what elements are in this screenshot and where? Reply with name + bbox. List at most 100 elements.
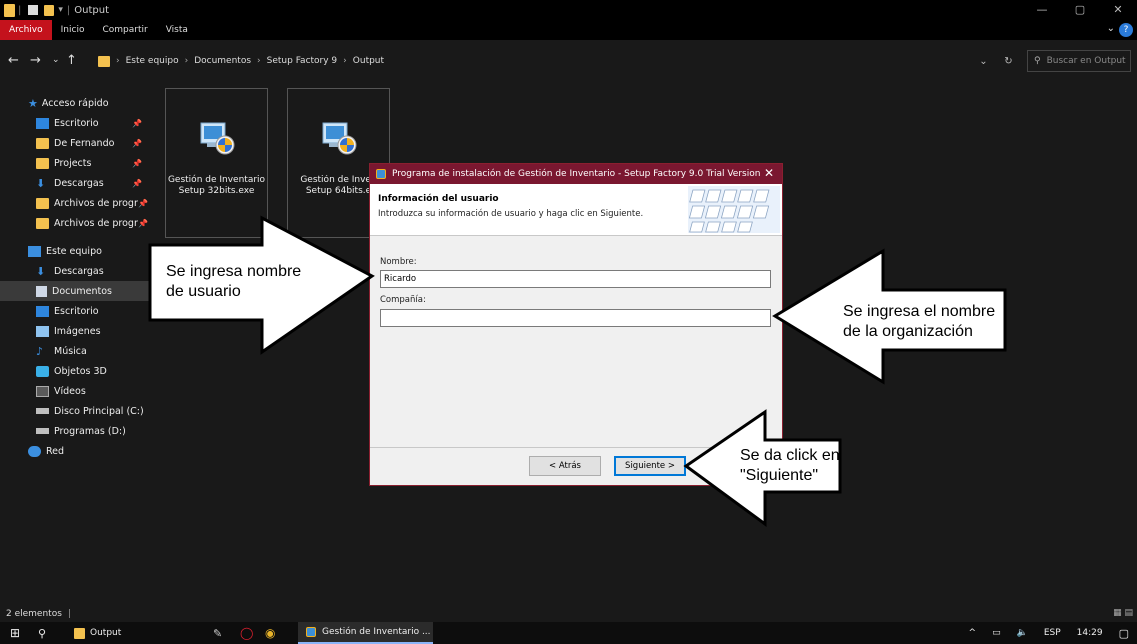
- sidebar-item-imagenes[interactable]: Imágenes: [0, 321, 150, 341]
- ribbon-expand-icon[interactable]: ⌄: [1107, 23, 1115, 34]
- file-item-setup-32[interactable]: Gestión de Inventario Setup 32bits.exe: [165, 88, 268, 238]
- sidebar-item-acceso-rapido[interactable]: ★ Acceso rápido: [0, 93, 150, 113]
- tab-archivo[interactable]: Archivo: [0, 20, 52, 40]
- pin-icon[interactable]: 📌: [132, 179, 142, 188]
- close-window-button[interactable]: ✕: [1099, 0, 1137, 20]
- next-button[interactable]: Siguiente >: [614, 456, 686, 476]
- pin-icon[interactable]: 📌: [132, 139, 142, 148]
- breadcrumb-separator: ›: [257, 56, 261, 66]
- sidebar-item-archivos-programa-2[interactable]: Archivos de progr 📌: [0, 213, 150, 233]
- pin-icon[interactable]: 📌: [138, 199, 148, 208]
- recent-locations-chevron-icon[interactable]: ⌄: [52, 55, 60, 65]
- taskbar-item-explorer[interactable]: Output: [62, 622, 129, 644]
- tab-inicio[interactable]: Inicio: [52, 20, 94, 40]
- address-bar[interactable]: › Este equipo › Documentos › Setup Facto…: [96, 50, 1021, 72]
- sidebar-item-de-fernando[interactable]: De Fernando 📌: [0, 133, 150, 153]
- dialog-title-bar: Programa de instalación de Gestión de In…: [370, 164, 782, 184]
- opera-icon[interactable]: ◯: [240, 622, 253, 644]
- annotation-name-text: Se ingresa nombre de usuario: [166, 262, 301, 302]
- tab-compartir[interactable]: Compartir: [93, 20, 156, 40]
- sidebar-item-musica[interactable]: ♪ Música: [0, 341, 150, 361]
- quick-access-dropdown-icon[interactable]: ▾: [58, 5, 63, 15]
- sidebar-item-label: Acceso rápido: [41, 97, 109, 109]
- sidebar-item-projects[interactable]: Projects 📌: [0, 153, 150, 173]
- taskbar-item-setup[interactable]: Gestión de Inventario ...: [298, 622, 433, 644]
- volume-icon[interactable]: 🔈: [1017, 628, 1028, 638]
- minimize-button[interactable]: —: [1023, 0, 1061, 20]
- dialog-header: Información del usuario Introduzca su in…: [370, 184, 782, 236]
- videos-icon: [36, 385, 49, 397]
- sidebar-item-label: Música: [54, 345, 87, 357]
- annotation-line: de la organización: [843, 323, 973, 340]
- start-button[interactable]: ⊞: [10, 622, 20, 644]
- sidebar-item-label: Red: [46, 445, 65, 457]
- properties-icon[interactable]: [28, 5, 39, 15]
- navigation-pane: ★ Acceso rápido Escritorio 📌 De Fernando…: [0, 82, 150, 602]
- window-title: Output: [74, 4, 110, 16]
- pin-icon[interactable]: 📌: [132, 119, 142, 128]
- window-title-bar: | ▾ | Output — ▢ ✕: [0, 0, 1137, 20]
- clock[interactable]: 14:29: [1077, 628, 1103, 638]
- status-separator: |: [67, 608, 71, 619]
- back-arrow-icon[interactable]: ←: [8, 53, 19, 68]
- sidebar-item-este-equipo[interactable]: Este equipo: [0, 241, 150, 261]
- dialog-title: Programa de instalación de Gestión de In…: [392, 169, 761, 179]
- sidebar-item-red[interactable]: Red: [0, 441, 150, 461]
- language-indicator[interactable]: ESP: [1044, 628, 1061, 638]
- show-hidden-icons-icon[interactable]: ^: [969, 628, 977, 638]
- sidebar-item-archivos-programa-1[interactable]: Archivos de progr 📌: [0, 193, 150, 213]
- dialog-divider: [370, 447, 782, 448]
- notifications-icon[interactable]: ▢: [1119, 627, 1129, 640]
- maximize-button[interactable]: ▢: [1061, 0, 1099, 20]
- address-dropdown-icon[interactable]: ⌄: [979, 56, 987, 67]
- music-icon: ♪: [36, 344, 44, 358]
- sidebar-item-programas-d[interactable]: Programas (D:): [0, 421, 150, 441]
- search-icon[interactable]: ⚲: [38, 622, 46, 644]
- chrome-icon[interactable]: ◉: [265, 622, 275, 644]
- pin-icon[interactable]: 📌: [132, 159, 142, 168]
- dialog-header-title: Información del usuario: [378, 194, 499, 204]
- paint-app-icon[interactable]: ✎: [213, 622, 222, 644]
- sidebar-item-videos[interactable]: Vídeos: [0, 381, 150, 401]
- view-toggle-icons[interactable]: ▦ ▤: [1113, 608, 1133, 618]
- sidebar-item-disco-c[interactable]: Disco Principal (C:): [0, 401, 150, 421]
- back-button[interactable]: < Atrás: [529, 456, 601, 476]
- name-field[interactable]: [380, 270, 771, 288]
- breadcrumb-setup-factory[interactable]: Setup Factory 9: [267, 56, 338, 66]
- taskbar-item-label: Output: [90, 628, 122, 638]
- dialog-close-button[interactable]: ✕: [764, 166, 774, 180]
- new-folder-icon[interactable]: [44, 4, 55, 16]
- forward-arrow-icon[interactable]: →: [30, 53, 41, 68]
- folder-icon: [36, 217, 49, 229]
- up-arrow-icon[interactable]: ↑: [66, 53, 77, 68]
- annotation-next-text: Se da click en "Siguiente": [740, 446, 840, 486]
- sidebar-item-descargas[interactable]: ⬇ Descargas: [0, 261, 150, 281]
- search-icon: ⚲: [1034, 56, 1041, 66]
- setup-app-icon: [306, 627, 316, 637]
- navigation-bar: ← → ⌄ ↑ › Este equipo › Documentos › Set…: [0, 40, 1137, 82]
- pin-icon[interactable]: 📌: [138, 219, 148, 228]
- installer-icon: [319, 117, 359, 157]
- sidebar-item-objetos-3d[interactable]: Objetos 3D: [0, 361, 150, 381]
- system-tray: ^ ▭ 🔈 ESP 14:29 ▢: [961, 622, 1137, 644]
- tab-vista[interactable]: Vista: [157, 20, 197, 40]
- status-bar: 2 elementos | ▦ ▤: [0, 605, 1137, 622]
- company-field[interactable]: [380, 309, 771, 327]
- breadcrumb-este-equipo[interactable]: Este equipo: [126, 56, 179, 66]
- search-input[interactable]: ⚲ Buscar en Output: [1027, 50, 1131, 72]
- sidebar-item-descargas-quick[interactable]: ⬇ Descargas 📌: [0, 173, 150, 193]
- folder-icon: [36, 137, 49, 149]
- sidebar-item-label: Descargas: [54, 177, 104, 189]
- sidebar-item-documentos[interactable]: Documentos: [0, 281, 150, 301]
- folder-icon: [98, 55, 110, 67]
- taskbar: ⊞ ⚲ Output ✎ ◯ ◉ Gestión de Inventario .…: [0, 622, 1137, 644]
- refresh-icon[interactable]: ↻: [1004, 56, 1012, 67]
- help-icon[interactable]: ?: [1119, 23, 1133, 37]
- setup-app-icon: [376, 169, 386, 179]
- network-icon[interactable]: ▭: [992, 628, 1001, 638]
- sidebar-item-escritorio[interactable]: Escritorio 📌: [0, 113, 150, 133]
- sidebar-item-escritorio-pc[interactable]: Escritorio: [0, 301, 150, 321]
- breadcrumb-documentos[interactable]: Documentos: [194, 56, 251, 66]
- breadcrumb-output[interactable]: Output: [353, 56, 384, 66]
- ribbon-tabs: Archivo Inicio Compartir Vista ⌄ ?: [0, 20, 1137, 40]
